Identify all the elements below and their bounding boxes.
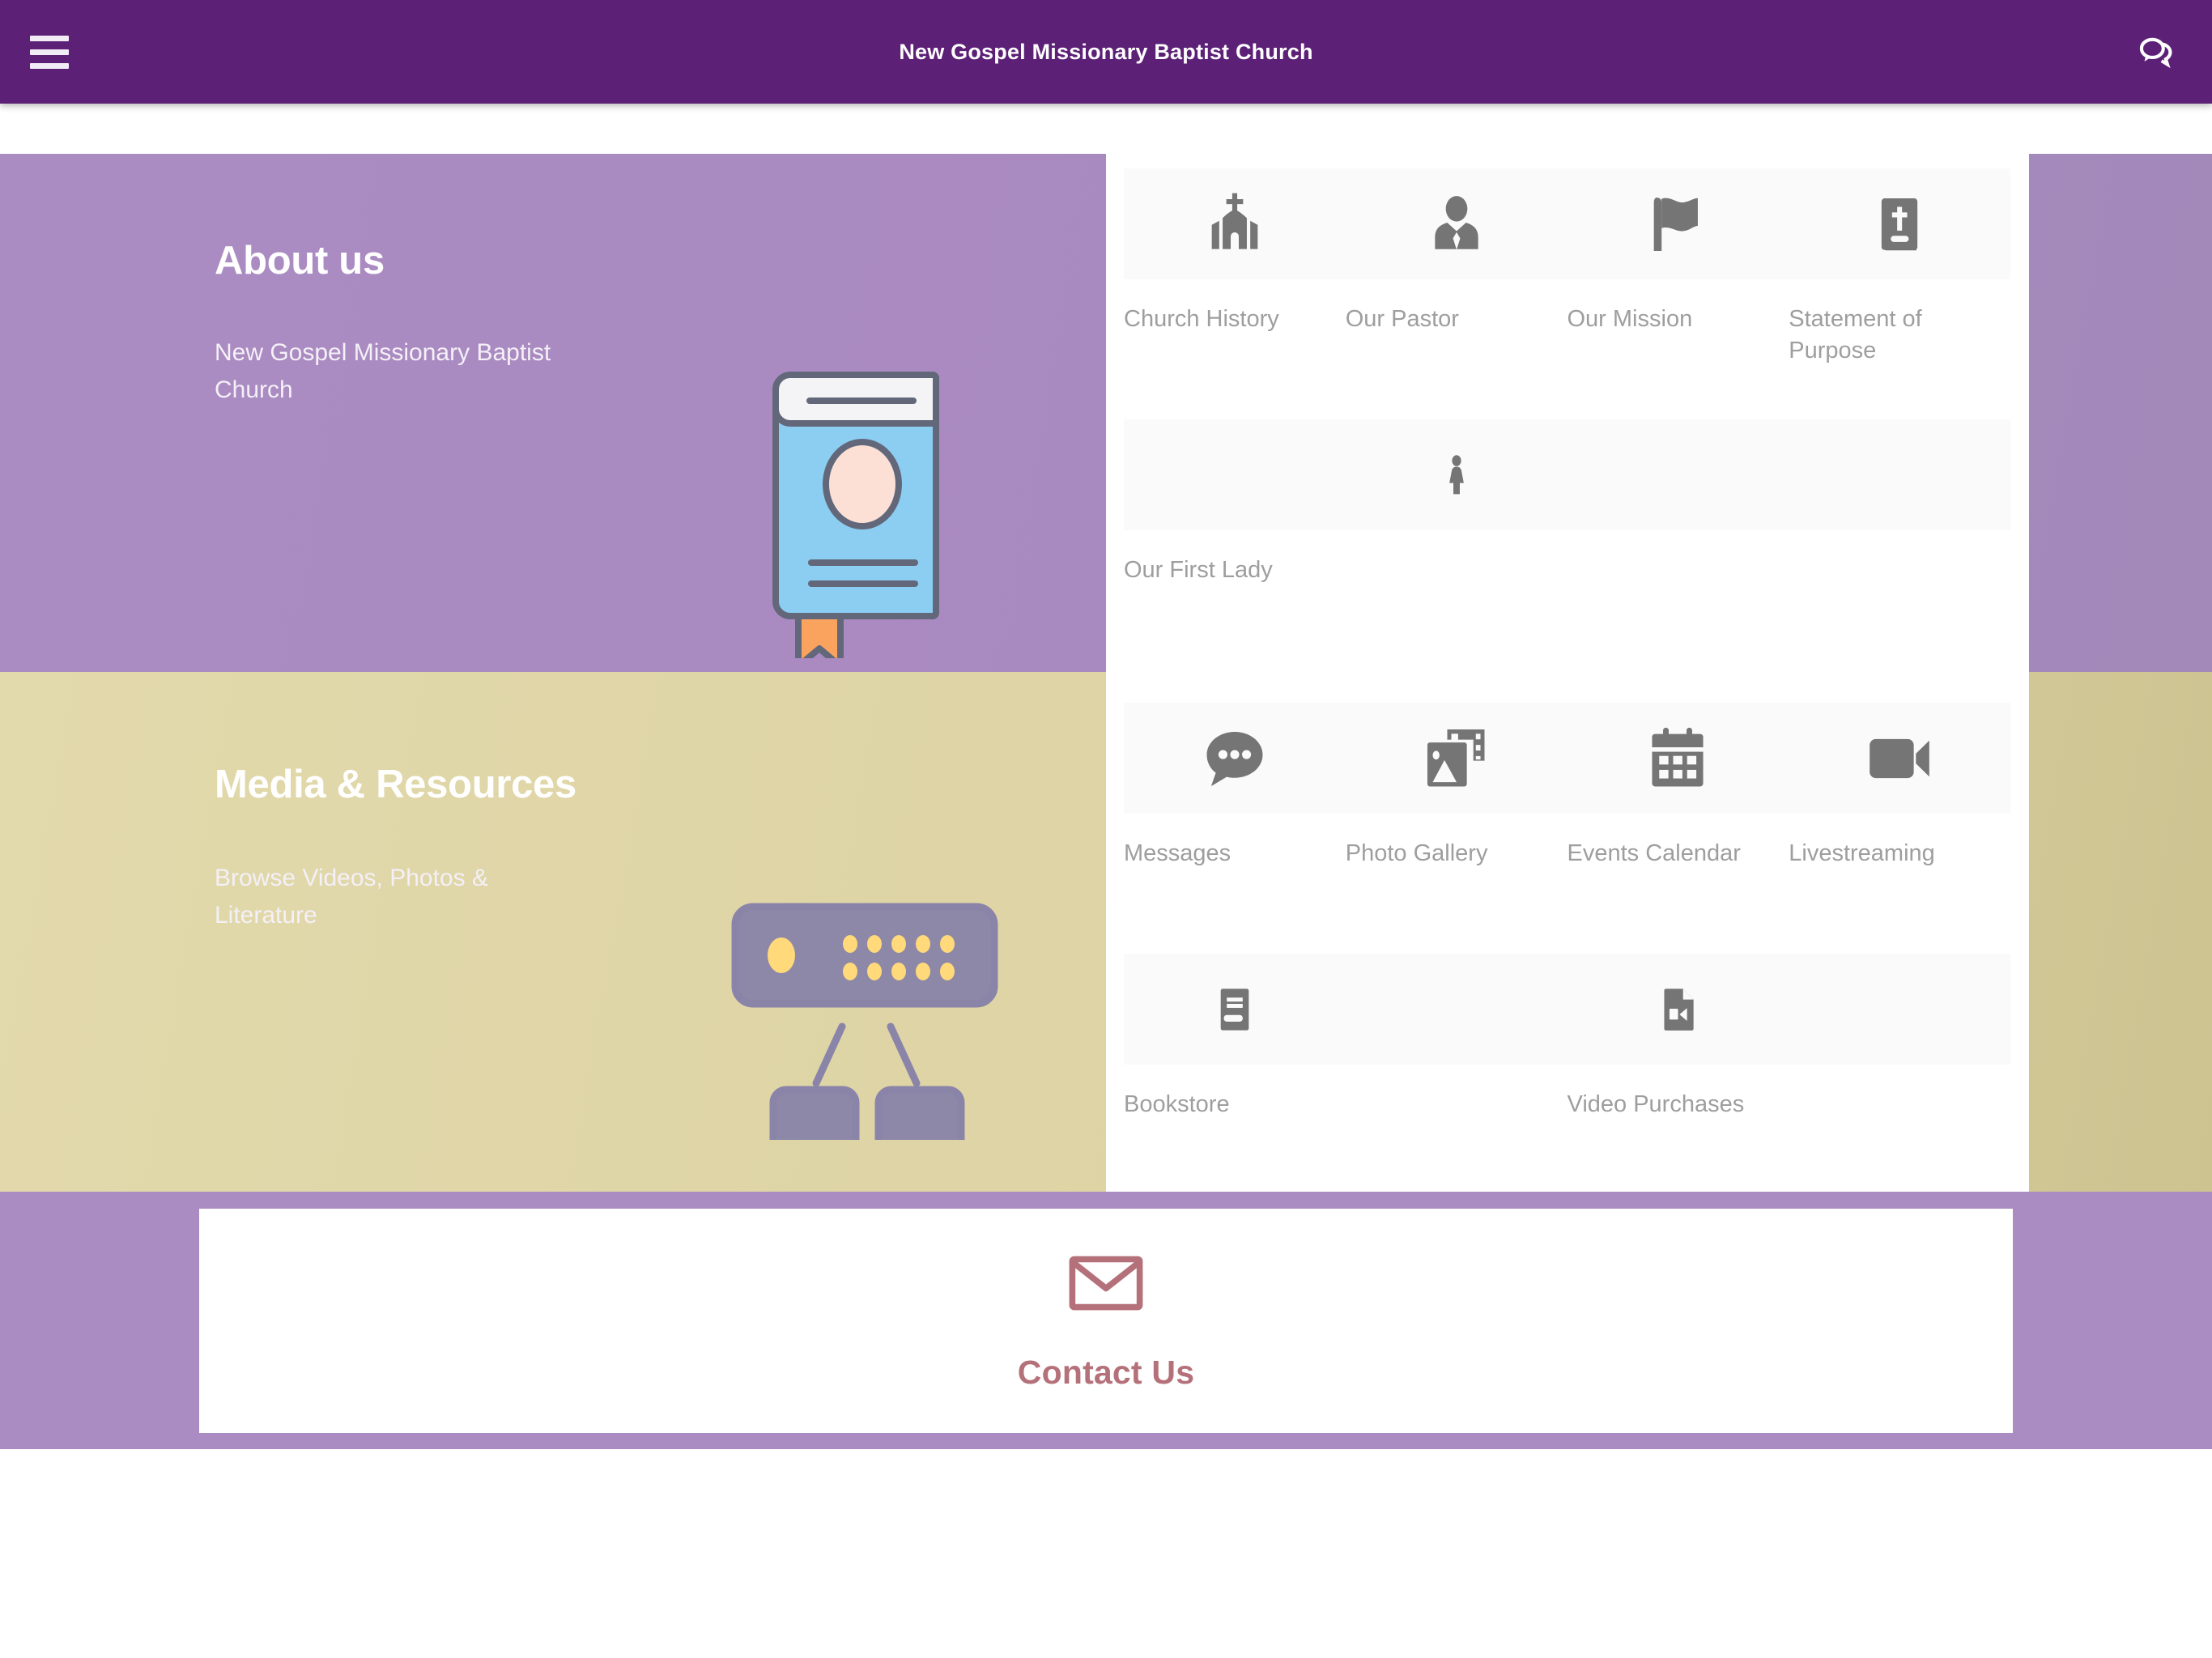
grid-label-photo-gallery: Photo Gallery <box>1345 840 1488 866</box>
grid-label-our-pastor: Our Pastor <box>1345 306 1459 332</box>
church-icon <box>1124 168 1346 279</box>
about-title: About us <box>215 239 385 283</box>
network-router-illustration <box>713 881 1020 1167</box>
grid-cell-photo-gallery[interactable] <box>1345 703 1568 814</box>
empty-tile-media-4 <box>1789 954 2010 1065</box>
open-book-illustration <box>753 351 980 670</box>
grid-label-events-calendar: Events Calendar <box>1567 840 1741 866</box>
grid-label-our-mission: Our Mission <box>1567 306 1693 332</box>
grid-label-bookstore: Bookstore <box>1124 1091 1230 1117</box>
grid-cell-empty-media-2 <box>1345 954 1568 1065</box>
grid-cell-our-first-lady[interactable] <box>1124 419 1346 530</box>
icon-tile-row <box>1124 168 2010 279</box>
calendar-icon <box>1567 703 1789 814</box>
media-subtitle: Browse Videos, Photos & Literature <box>215 864 488 929</box>
video-file-icon <box>1567 954 1789 1065</box>
grid-label-church-history: Church History <box>1124 306 1279 332</box>
grid-cell-livestreaming[interactable] <box>1789 703 2010 814</box>
icon-tile-row <box>1124 419 2010 530</box>
grid-label-messages: Messages <box>1124 840 1231 866</box>
grid-label-statement-of-purpose: Statement of Purpose <box>1789 306 1922 363</box>
grid-cell-empty-3 <box>1567 419 1789 530</box>
book-icon <box>1124 954 1346 1065</box>
page-title: New Gospel Missionary Baptist Church <box>899 40 1313 64</box>
grid-cell-bookstore[interactable] <box>1124 954 1346 1065</box>
icon-tile-row <box>1124 954 2010 1065</box>
envelope-mail-icon <box>1067 1254 1145 1316</box>
speech-bubble-dots-icon <box>1124 703 1346 814</box>
media-section-text: Media & Resources Browse Videos, Photos … <box>215 761 576 935</box>
grid-label-our-first-lady: Our First Lady <box>1124 557 1273 583</box>
photo-film-icon <box>1345 703 1568 814</box>
page-body: About us New Gospel Missionary Baptist C… <box>0 104 2212 1658</box>
about-section-text: About us New Gospel Missionary Baptist C… <box>215 237 619 410</box>
media-title: Media & Resources <box>215 763 576 806</box>
grid-cell-events-calendar[interactable] <box>1567 703 1789 814</box>
grid-cell-empty-media-4 <box>1789 954 2010 1065</box>
empty-tile-1 <box>1124 419 1346 530</box>
flag-icon <box>1567 168 1789 279</box>
chat-bubbles-icon[interactable] <box>2131 27 2181 77</box>
grid-cell-church-history[interactable] <box>1124 168 1346 279</box>
icon-label-row: Messages Photo Gallery Events Calendar L… <box>1124 814 2010 869</box>
icon-label-row: Our First Lady <box>1124 530 2010 586</box>
icon-tile-row <box>1124 703 2010 814</box>
grid-cell-statement-of-purpose[interactable] <box>1789 168 2010 279</box>
icon-label-row: Church History Our Pastor Our Mission St… <box>1124 279 2010 366</box>
grid-cell-our-pastor[interactable] <box>1345 168 1568 279</box>
empty-tile-media-2 <box>1345 954 1568 1065</box>
bible-cross-book-icon <box>1789 168 2010 279</box>
grid-cell-messages[interactable] <box>1124 703 1346 814</box>
contact-us-label: Contact Us <box>1017 1353 1195 1391</box>
about-icon-grid-row-1: Church History Our Pastor Our Mission St… <box>1124 168 2010 366</box>
woman-figure-icon <box>1345 419 1568 530</box>
app-bar: New Gospel Missionary Baptist Church <box>0 0 2212 104</box>
grid-cell-first-lady-icon[interactable] <box>1345 419 1568 530</box>
contact-us-card[interactable]: Contact Us <box>199 1209 2013 1433</box>
grid-cell-our-mission[interactable] <box>1567 168 1789 279</box>
empty-tile-4 <box>1789 419 2010 530</box>
video-camera-icon <box>1789 703 2010 814</box>
icon-label-row: Bookstore Video Purchases <box>1124 1065 2010 1120</box>
empty-tile-3 <box>1567 419 1789 530</box>
media-icon-grid-row-2: Bookstore Video Purchases <box>1124 954 2010 1120</box>
grid-cell-video-purchases[interactable] <box>1567 954 1789 1065</box>
about-subtitle: New Gospel Missionary Baptist Church <box>215 338 551 404</box>
grid-label-video-purchases: Video Purchases <box>1567 1091 1745 1117</box>
about-icon-grid-row-2: Our First Lady <box>1124 419 2010 586</box>
pastor-person-tie-icon <box>1345 168 1568 279</box>
grid-label-livestreaming: Livestreaming <box>1789 840 1935 866</box>
grid-cell-empty-4 <box>1789 419 2010 530</box>
media-icon-grid-row-1: Messages Photo Gallery Events Calendar L… <box>1124 703 2010 869</box>
